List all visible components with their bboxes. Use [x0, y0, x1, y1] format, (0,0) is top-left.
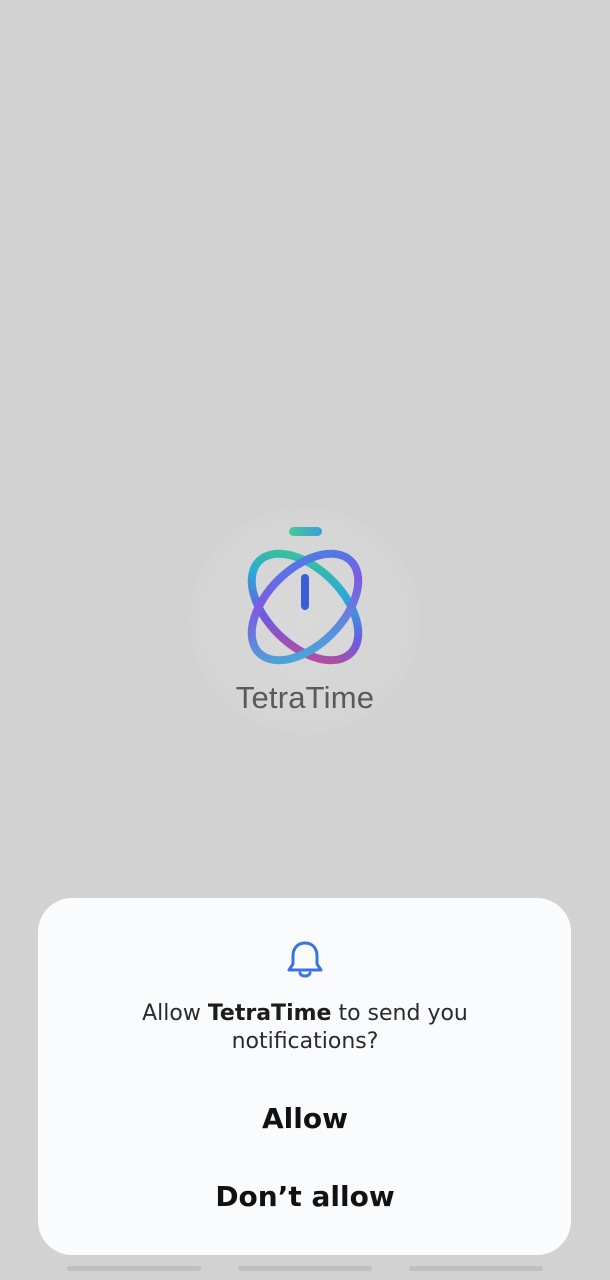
app-name: TetraTime [235, 680, 375, 715]
permission-message: Allow TetraTime to send you notification… [80, 1000, 530, 1056]
dont-allow-button[interactable]: Don’t allow [60, 1168, 550, 1226]
message-prefix: Allow [142, 1001, 208, 1026]
allow-button[interactable]: Allow [60, 1090, 550, 1148]
nav-handle-right [409, 1266, 543, 1271]
nav-handle-left [67, 1266, 201, 1271]
message-app-name: TetraTime [207, 1001, 332, 1026]
nav-handle-center [238, 1266, 372, 1271]
bell-icon [287, 941, 323, 978]
tetratime-logo-icon [247, 527, 363, 665]
